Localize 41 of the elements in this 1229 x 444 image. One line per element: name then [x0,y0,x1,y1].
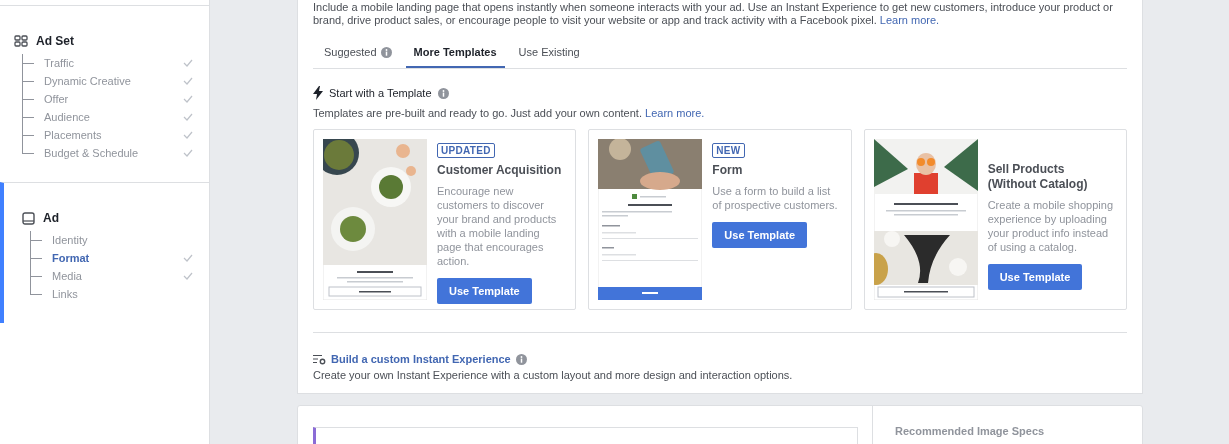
template-description: Use a form to build a list of prospective customers. [712,184,839,212]
learn-more-link[interactable]: Learn more. [645,107,705,119]
sidebar-item[interactable]: Links [52,288,209,300]
sidebar-item[interactable]: Media [52,270,183,282]
info-icon[interactable] [380,46,392,58]
learn-more-link[interactable]: Learn more. [879,14,940,26]
use-template-button[interactable]: Use Template [712,222,808,248]
lightning-icon [313,86,323,100]
status-badge: UPDATED [437,143,495,158]
template-description: Encourage new customers to discover your brand and products with a mobile landing page that encourages action. [437,184,558,268]
intro-text: Include a mobile landing page that opens instantly when someone interacts with your ad. Use an Instant Experience to get new customers, introduce your product or brand, drive product sales, or encourage people to visit your website or app and track activity with a Facebook pixel. Learn more. [313,0,1114,27]
tab[interactable]: Suggested [316,41,400,68]
status-badge: NEW [712,143,745,158]
section-title: Start with a Template [329,87,432,99]
template-description: Create a mobile shopping experience by uploading your product info instead of using a catalog. [987,198,1114,254]
section-description: Templates are pre-built and ready to go. Just add your own content. Learn more. [313,107,706,119]
sidebar-item[interactable]: Traffic [44,57,183,69]
use-template-button[interactable]: Use Template [987,264,1083,290]
image-specs-heading: Recommended Image Specs [894,424,1045,439]
sidebar-item[interactable]: Budget & Schedule [44,147,183,159]
custom-description: Create your own Instant Experience with a custom layout and more design and interaction options. [313,369,794,381]
sidebar-item[interactable]: Dynamic Creative [44,75,183,87]
sidebar-item[interactable]: Identity [52,234,209,246]
info-icon[interactable] [515,353,527,365]
sidebar-item[interactable]: Placements [44,129,183,141]
tab[interactable]: Use Existing [510,41,588,68]
tab[interactable]: More Templates [405,41,505,68]
template-title: Customer Acquisition [437,163,562,178]
info-icon[interactable] [437,87,449,99]
sidebar-item[interactable]: Offer [44,93,183,105]
sidebar-item[interactable]: Audience [44,111,183,123]
template-title: Form [712,163,743,178]
sidebar-item[interactable]: Format [52,252,183,264]
custom-experience-link[interactable]: Build a custom Instant Experience [331,353,511,365]
section-title: Ad Set [36,34,74,48]
use-template-button[interactable]: Use Template [437,278,532,304]
grid-icon [14,35,28,47]
list-settings-icon [313,353,326,365]
tablet-icon [22,211,35,225]
section-title: Ad [43,211,59,225]
template-title: Sell Products (Without Catalog) [987,162,1089,192]
